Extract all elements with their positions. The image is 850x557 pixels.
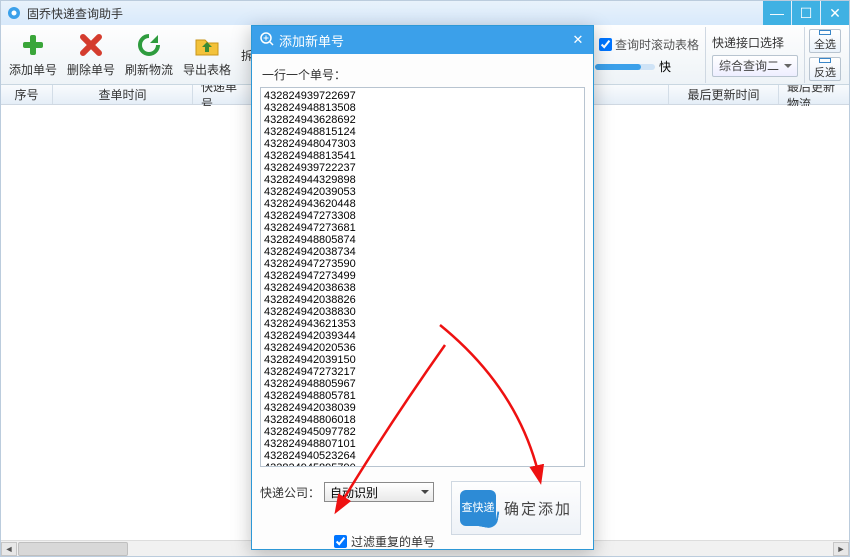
scroll-right-arrow[interactable]: ►: [833, 542, 849, 556]
window-close-button[interactable]: ✕: [821, 1, 849, 25]
speed-label: 快: [659, 58, 671, 75]
speed-slider[interactable]: [595, 64, 655, 70]
search-express-icon: 查快递: [460, 490, 496, 526]
window-minimize-button[interactable]: —: [763, 1, 791, 25]
interface-group-title: 快递接口选择: [712, 34, 798, 51]
interface-select-group: 快递接口选择 综合查询二: [705, 27, 804, 83]
dialog-title-text: 添加新单号: [279, 31, 344, 50]
delete-tracking-button[interactable]: 删除单号: [63, 27, 119, 83]
dialog-prompt: 一行一个单号：: [262, 66, 585, 83]
refresh-button[interactable]: 刷新物流: [121, 27, 177, 83]
tracking-numbers-textarea[interactable]: [260, 87, 585, 467]
export-button[interactable]: 导出表格: [179, 27, 235, 83]
scroll-options-group: 查询时滚动表格 快: [588, 27, 705, 83]
scroll-thumb[interactable]: [18, 542, 128, 556]
magnify-plus-icon: [260, 32, 274, 49]
col-last-update[interactable]: 最后更新时间: [669, 85, 779, 104]
scroll-while-query-checkbox[interactable]: 查询时滚动表格: [595, 35, 699, 54]
invert-selection-button[interactable]: 反选: [809, 57, 841, 81]
refresh-icon: [135, 31, 163, 59]
title-bar: 固乔快递查询助手 — ☐ ✕: [1, 1, 849, 25]
col-express-no-truncated[interactable]: 快递单号: [193, 85, 253, 104]
add-tracking-button[interactable]: 添加单号: [5, 27, 61, 83]
x-icon: [77, 31, 105, 59]
scroll-left-arrow[interactable]: ◄: [1, 542, 17, 556]
col-seq[interactable]: 序号: [1, 85, 53, 104]
select-all-button[interactable]: 全选: [809, 29, 841, 53]
folder-arrow-icon: [193, 31, 221, 59]
courier-company-combo[interactable]: 自动识别: [324, 482, 434, 502]
confirm-add-label: 确定添加: [504, 498, 572, 519]
confirm-add-button[interactable]: 查快递 确定添加: [451, 481, 581, 535]
courier-company-label: 快递公司：: [260, 484, 320, 501]
add-tracking-dialog: 添加新单号 ✕ 一行一个单号： 快递公司： 自动识别 过滤重复的单号 查快递 确…: [251, 25, 594, 550]
app-icon: [7, 6, 21, 20]
window-maximize-button[interactable]: ☐: [792, 1, 820, 25]
dialog-close-button[interactable]: ✕: [563, 26, 593, 54]
plus-icon: [19, 31, 47, 59]
interface-combo[interactable]: 综合查询二: [712, 55, 798, 77]
app-title: 固乔快递查询助手: [27, 5, 123, 22]
col-order-time[interactable]: 查单时间: [53, 85, 193, 104]
dialog-titlebar: 添加新单号 ✕: [252, 26, 593, 54]
dedupe-checkbox-input[interactable]: [334, 535, 347, 548]
col-last-logistics-truncated[interactable]: 最后更新物流: [779, 85, 849, 104]
scroll-checkbox-input[interactable]: [599, 38, 612, 51]
